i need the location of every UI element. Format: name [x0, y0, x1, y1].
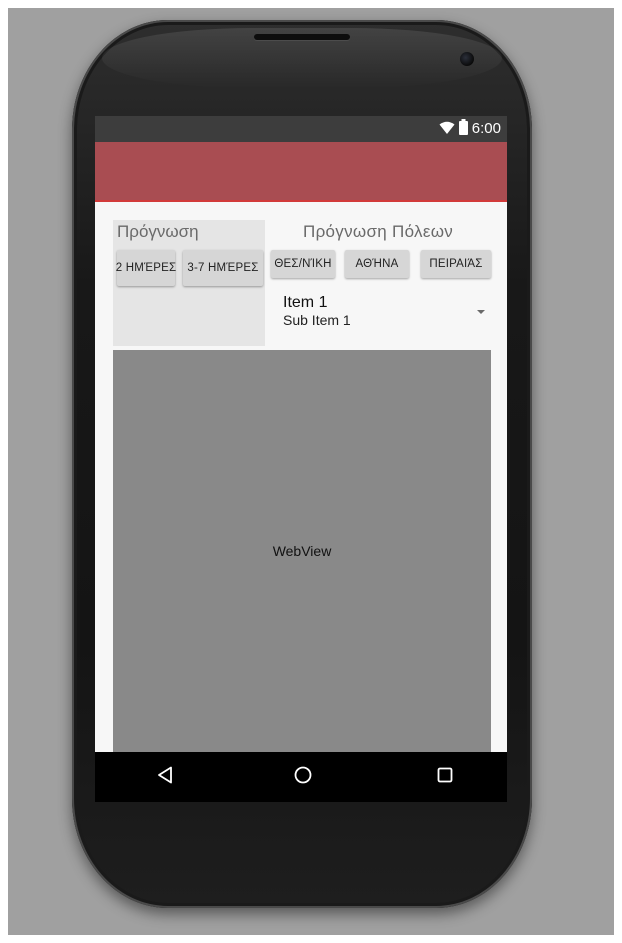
three-seven-days-button[interactable]: 3-7 ΗΜΈΡΕΣ [183, 250, 263, 286]
forecast-panel: Πρόγνωση 2 ΗΜΈΡΕΣ 3-7 ΗΜΈΡΕΣ [113, 220, 265, 346]
wifi-icon [439, 120, 455, 139]
app-bar [95, 142, 507, 202]
dropdown-arrow-icon [477, 310, 485, 314]
status-icons: 6:00 [439, 119, 501, 139]
piraeus-button[interactable]: ΠΕΙΡΑΙΆΣ [421, 250, 491, 278]
city-spinner[interactable]: Item 1 Sub Item 1 [267, 286, 499, 346]
battery-icon [458, 119, 468, 139]
phone-camera [460, 52, 474, 66]
recents-icon [437, 767, 453, 787]
two-days-button[interactable]: 2 ΗΜΈΡΕΣ [116, 250, 176, 286]
back-button[interactable] [145, 760, 185, 794]
spinner-sub-item: Sub Item 1 [283, 312, 351, 328]
forecast-title: Πρόγνωση [117, 222, 199, 241]
spinner-item: Item 1 [283, 294, 328, 311]
home-icon [294, 766, 312, 788]
webview-label: WebView [272, 543, 332, 559]
main-content: Πρόγνωση 2 ΗΜΈΡΕΣ 3-7 ΗΜΈΡΕΣ Πρόγνωση Πό… [95, 202, 507, 752]
webview[interactable]: WebView [113, 350, 491, 752]
cities-forecast-title: Πρόγνωση Πόλεων [303, 222, 454, 241]
status-bar: 6:00 [95, 116, 507, 142]
thessaloniki-button[interactable]: ΘΕΣ/ΝΊΚΗ [271, 250, 335, 278]
home-button[interactable] [283, 760, 323, 794]
navigation-bar [95, 752, 507, 802]
status-time: 6:00 [471, 120, 501, 137]
phone-screen: 6:00 Πρόγνωση 2 ΗΜΈΡΕΣ 3-7 ΗΜΈΡΕΣ Πρόγνω… [95, 116, 507, 802]
back-icon [157, 766, 173, 788]
phone-speaker [254, 34, 350, 40]
athens-button[interactable]: ΑΘΉΝΑ [345, 250, 409, 278]
recents-button[interactable] [425, 760, 465, 794]
